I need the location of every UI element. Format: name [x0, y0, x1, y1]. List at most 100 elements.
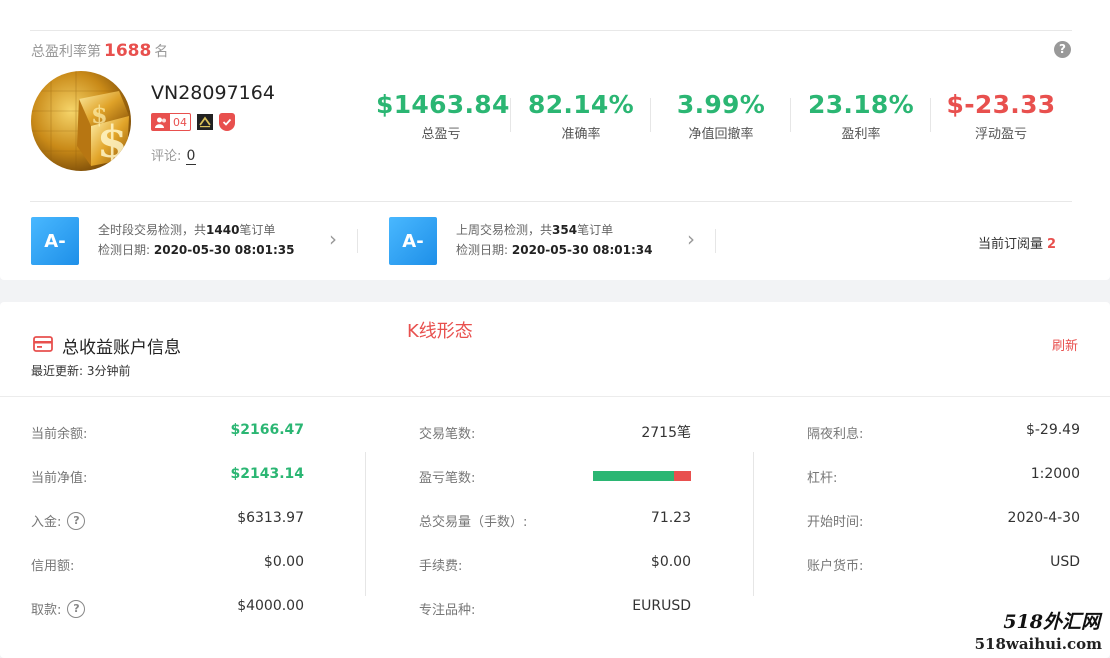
- section-title: 总收益账户信息: [62, 338, 181, 358]
- stat-label: 准确率: [561, 127, 601, 142]
- stat-accuracy: 82.14% 准确率: [516, 90, 646, 142]
- win-loss-bar: [593, 471, 691, 481]
- refresh-button[interactable]: 刷新: [1052, 335, 1078, 354]
- loss-portion: [674, 471, 691, 481]
- column-divider: [365, 452, 366, 596]
- verified-shield-icon: [219, 113, 235, 131]
- stat-label: 盈利率: [841, 127, 881, 142]
- kv-label-deposit: 入金: ?: [31, 511, 86, 530]
- stat-divider: [650, 98, 651, 132]
- kv-label: 信用额:: [31, 559, 75, 574]
- chevron-right-icon[interactable]: ›: [329, 227, 337, 251]
- column-divider: [753, 452, 754, 596]
- kv-label: 杠杆:: [807, 471, 838, 486]
- detection-date: 检测日期: 2020-05-30 08:01:34: [456, 243, 653, 257]
- chevron-right-icon[interactable]: ›: [687, 227, 695, 251]
- kv-label: 交易笔数:: [419, 427, 476, 442]
- kv-label: 总交易量（手数）:: [419, 515, 528, 530]
- focus-symbol-value: EURUSD: [632, 598, 691, 614]
- section-divider: [0, 396, 1110, 397]
- currency-value: USD: [1050, 554, 1080, 570]
- withdrawal-value: $4000.00: [237, 598, 304, 614]
- avatar[interactable]: $ $: [31, 71, 131, 171]
- stat-value: 82.14%: [528, 90, 634, 119]
- help-icon[interactable]: ?: [1054, 41, 1071, 58]
- commission-value: $0.00: [650, 554, 691, 570]
- profit-rank: 总盈利率第 1688 名: [31, 41, 168, 61]
- updated-value: 3分钟前: [86, 364, 131, 378]
- kv-label: 隔夜利息:: [807, 427, 864, 442]
- trade-count-value: 2715笔: [641, 425, 691, 441]
- stat-drawdown: 3.99% 净值回撤率: [656, 90, 786, 142]
- rank-suffix: 名: [154, 44, 169, 60]
- top-divider: [30, 30, 1072, 31]
- last-updated: 最近更新: 3分钟前: [31, 362, 131, 379]
- start-time-value: 2020-4-30: [1007, 510, 1080, 526]
- detection-text: 上周交易检测，共354笔订单 检测日期: 2020-05-30 08:01:34: [456, 220, 653, 260]
- stats-row: $1463.84 总盈亏 82.14% 准确率 3.99% 净值回撤率 23.1…: [376, 90, 1076, 150]
- credit-value: $0.00: [263, 554, 304, 570]
- withdrawal-label: 取款:: [31, 603, 62, 618]
- detection-summary: 上周交易检测，共354笔订单: [456, 223, 614, 237]
- stat-label: 总盈亏: [421, 127, 461, 142]
- watermark-url: 518waihui.com: [974, 635, 1102, 653]
- subscription-count: 当前订阅量 2: [978, 233, 1056, 252]
- gold-dollar-avatar-image: $ $: [31, 71, 131, 171]
- detection-summary: 全时段交易检测，共1440笔订单: [98, 223, 276, 237]
- kv-label-withdrawal: 取款: ?: [31, 599, 86, 618]
- stat-divider: [510, 98, 511, 132]
- middle-divider: [30, 201, 1072, 202]
- subscription-number: 2: [1047, 237, 1057, 252]
- help-icon[interactable]: ?: [67, 599, 86, 618]
- detection-divider: [357, 229, 358, 253]
- detection-divider: [715, 229, 716, 253]
- swap-value: $-29.49: [1025, 422, 1080, 438]
- updated-label: 最近更新:: [31, 364, 84, 378]
- detection-all-time[interactable]: A- 全时段交易检测，共1440笔订单 检测日期: 2020-05-30 08:…: [31, 217, 351, 265]
- detection-date: 检测日期: 2020-05-30 08:01:35: [98, 243, 295, 257]
- rank-number: 1688: [104, 41, 152, 61]
- stat-value: $-23.33: [946, 90, 1056, 119]
- kv-label: 当前净值:: [31, 471, 88, 486]
- stat-value: $1463.84: [376, 90, 510, 119]
- account-name: VN28097164: [151, 82, 275, 104]
- trader-summary-card: 总盈利率第 1688 名 ? $ $ VN28097164 04 评论: 0 $…: [0, 0, 1110, 280]
- stat-divider: [930, 98, 931, 132]
- stat-label: 净值回撤率: [688, 127, 754, 142]
- account-badges: 04: [151, 113, 235, 131]
- stat-total-pnl: $1463.84 总盈亏: [376, 90, 510, 142]
- help-icon[interactable]: ?: [67, 511, 86, 530]
- card-icon: [33, 336, 53, 356]
- stat-divider: [790, 98, 791, 132]
- level-number: 04: [173, 115, 187, 129]
- grade-badge: A-: [31, 217, 79, 265]
- comment-row: 评论: 0: [151, 145, 197, 165]
- svg-text:$: $: [91, 100, 108, 129]
- kv-label: 当前余额:: [31, 427, 88, 442]
- stat-floating-pnl: $-23.33 浮动盈亏: [936, 90, 1066, 142]
- stat-value: 23.18%: [808, 90, 914, 119]
- watermark-logo: 518外汇网: [1003, 611, 1100, 633]
- comment-count-link[interactable]: 0: [185, 148, 197, 165]
- detection-text: 全时段交易检测，共1440笔订单 检测日期: 2020-05-30 08:01:…: [98, 220, 295, 260]
- stat-value: 3.99%: [676, 90, 766, 119]
- follower-level-badge: 04: [151, 113, 191, 131]
- kv-label: 专注品种:: [419, 603, 476, 618]
- users-icon: [152, 114, 170, 130]
- comment-label: 评论:: [151, 149, 182, 164]
- kv-label: 盈亏笔数:: [419, 471, 476, 486]
- current-balance-value: $2166.47: [230, 422, 304, 438]
- current-equity-value: $2143.14: [230, 466, 304, 482]
- detection-last-week[interactable]: A- 上周交易检测，共354笔订单 检测日期: 2020-05-30 08:01…: [389, 217, 709, 265]
- kv-label: 手续费:: [419, 559, 463, 574]
- account-info-card: 总收益账户信息 最近更新: 3分钟前 K线形态 刷新 当前余额: $2166.4…: [0, 302, 1110, 658]
- rank-prefix: 总盈利率第: [31, 44, 101, 60]
- broker-logo-icon: [197, 114, 213, 130]
- deposit-label: 入金:: [31, 515, 62, 530]
- deposit-value: $6313.97: [237, 510, 304, 526]
- subscription-label: 当前订阅量: [978, 237, 1044, 252]
- stat-label: 浮动盈亏: [974, 127, 1027, 142]
- kv-label: 开始时间:: [807, 515, 864, 530]
- grade-badge: A-: [389, 217, 437, 265]
- stat-profit-rate: 23.18% 盈利率: [796, 90, 926, 142]
